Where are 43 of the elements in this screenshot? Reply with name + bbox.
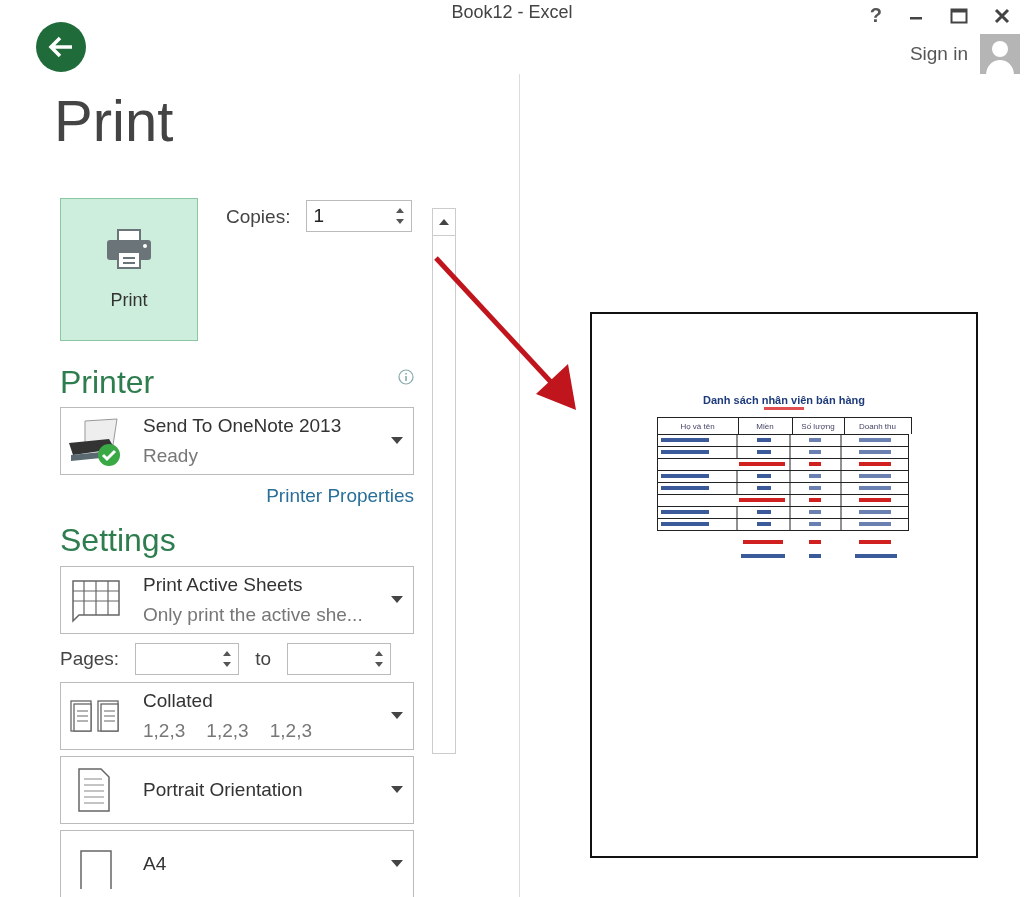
caret-icon xyxy=(391,437,403,446)
window-title: Book12 - Excel xyxy=(451,2,573,23)
preview-title: Danh sách nhân viên bán hàng xyxy=(703,394,865,406)
setting-dropdown[interactable]: Print Active Sheets Only print the active she... xyxy=(60,565,414,634)
printer-heading: Printer xyxy=(60,363,155,402)
setting-title: Portrait Orientation xyxy=(143,778,304,801)
back-button[interactable] xyxy=(36,22,86,72)
printer-status: Ready xyxy=(143,445,199,468)
help-button[interactable]: ? xyxy=(869,4,882,27)
setting-dropdown[interactable]: Collated 1,2,3 1,2,3 1,2,3 xyxy=(60,681,414,750)
to-label: to xyxy=(255,646,271,671)
setting-subtitle: Only print the active she... xyxy=(143,603,364,626)
caret-icon xyxy=(391,859,403,868)
printer-properties-link[interactable]: Printer Properties xyxy=(266,485,414,508)
setting-dropdown[interactable]: A4 xyxy=(60,829,414,897)
caret-icon xyxy=(391,785,403,794)
preview-column-header: Số lượng xyxy=(792,418,845,434)
caret-icon xyxy=(391,595,403,604)
printer-dropdown[interactable]: Send To OneNote 2013 Ready xyxy=(60,407,414,476)
preview-column-header: Miền xyxy=(738,418,793,434)
copies-spinner[interactable]: 1 xyxy=(306,200,413,232)
setting-title: Collated xyxy=(143,689,214,712)
maximize-icon[interactable] xyxy=(950,7,968,24)
scroll-up-icon[interactable] xyxy=(439,219,449,225)
caret-icon xyxy=(391,711,403,720)
printer-name: Send To OneNote 2013 xyxy=(143,415,343,438)
setting-subtitle: 1,2,3 1,2,3 1,2,3 xyxy=(143,719,313,742)
preview-column-header: Họ và tên xyxy=(657,418,739,434)
setting-title: A4 xyxy=(143,852,168,875)
setting-dropdown[interactable]: Portrait Orientation xyxy=(60,755,414,824)
copies-label: Copies: xyxy=(226,205,291,229)
print-button[interactable]: Print xyxy=(60,198,198,341)
preview-subtitle-drawing xyxy=(764,406,804,411)
sign-in-link[interactable]: Sign in xyxy=(909,43,968,65)
page-heading: Print xyxy=(54,92,175,150)
back-arrow-icon xyxy=(48,36,74,58)
scrollbar[interactable] xyxy=(432,208,456,754)
close-icon[interactable] xyxy=(994,7,1010,24)
pages-label: Pages: xyxy=(60,646,120,671)
setting-title: Print Active Sheets xyxy=(143,573,304,596)
preview-column-header: Doanh thu xyxy=(858,420,897,433)
printer-icon xyxy=(105,228,153,272)
settings-heading: Settings xyxy=(60,521,177,560)
